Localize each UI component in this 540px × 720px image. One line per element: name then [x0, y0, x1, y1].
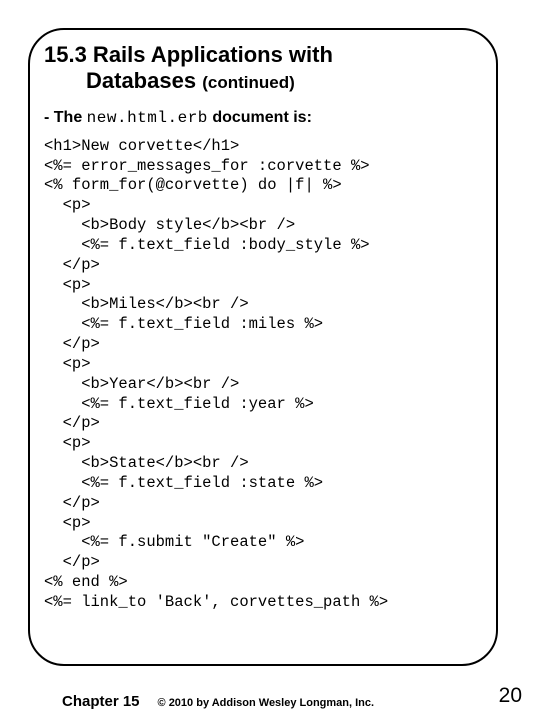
title-line2: Databases (continued) — [44, 68, 482, 94]
slide-title: 15.3 Rails Applications with Databases (… — [44, 42, 482, 95]
footer-chapter: Chapter 15 — [62, 693, 140, 710]
footer-copyright: © 2010 by Addison Wesley Longman, Inc. — [158, 697, 375, 709]
intro-filename: new.html.erb — [87, 109, 208, 127]
title-line2-main: Databases — [86, 68, 196, 93]
footer: Chapter 15 © 2010 by Addison Wesley Long… — [0, 693, 540, 710]
intro-prefix: - The — [44, 109, 87, 126]
title-continued: (continued) — [202, 73, 295, 92]
intro-suffix: document is: — [208, 109, 312, 126]
slide-frame: 15.3 Rails Applications with Databases (… — [28, 28, 498, 666]
intro-line: - The new.html.erb document is: — [44, 109, 482, 127]
page-number: 20 — [499, 684, 522, 708]
code-block: <h1>New corvette</h1> <%= error_messages… — [44, 137, 482, 613]
title-line1: 15.3 Rails Applications with — [44, 42, 482, 68]
